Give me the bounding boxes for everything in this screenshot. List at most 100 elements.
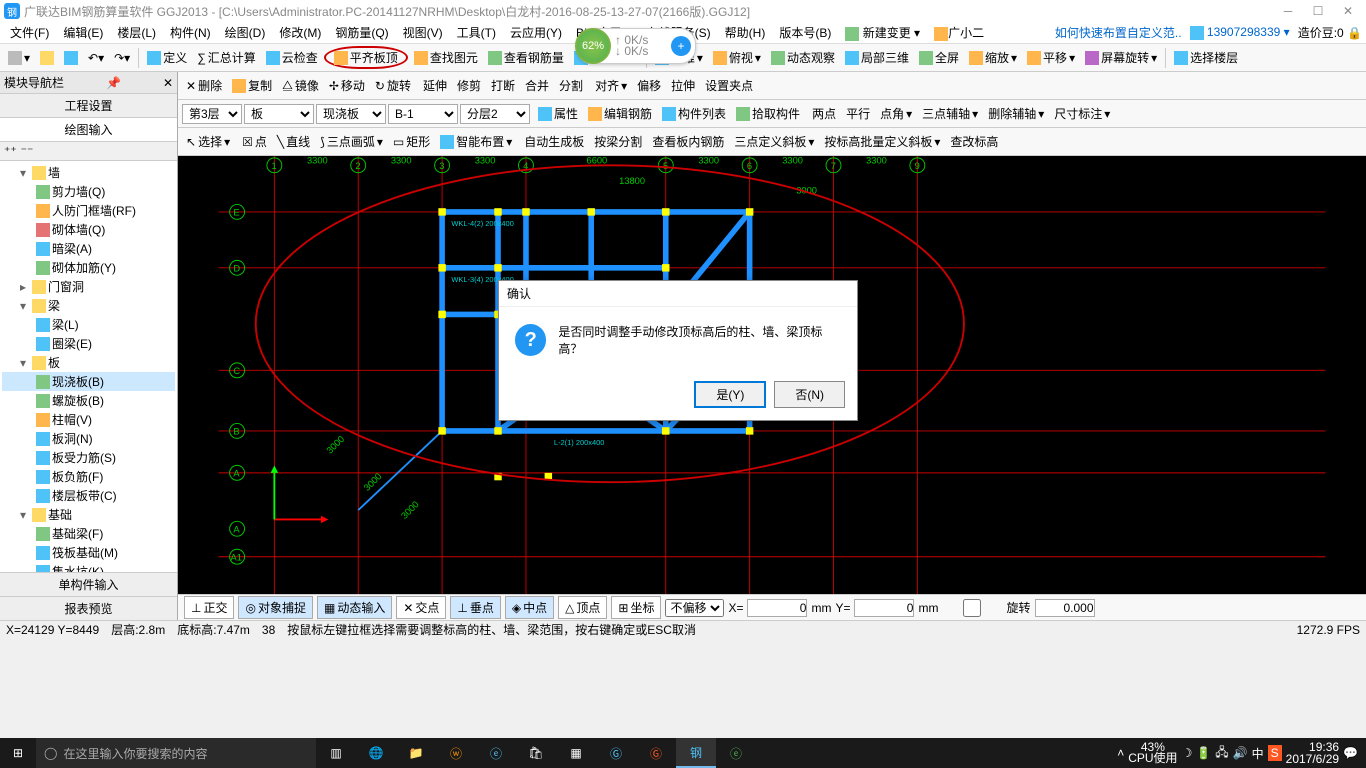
taskbar-ggj-icon[interactable]: 钢 xyxy=(676,738,716,768)
tree-item[interactable]: 基础梁(F) xyxy=(2,524,175,543)
task-view-icon[interactable]: ▥ xyxy=(316,738,356,768)
view-rebar-button[interactable]: 查看钢筋量 xyxy=(484,47,568,68)
float-plus-icon[interactable]: + xyxy=(671,36,691,56)
tree-item[interactable]: 砌体墙(Q) xyxy=(2,220,175,239)
break-button[interactable]: 打断 xyxy=(487,75,519,96)
menu-component[interactable]: 构件(N) xyxy=(164,22,217,43)
trim-button[interactable]: 修剪 xyxy=(453,75,485,96)
tree-item[interactable]: 板受力筋(S) xyxy=(2,448,175,467)
redo-icon[interactable]: ↷▾ xyxy=(110,49,134,67)
help-tip-link[interactable]: 如何快速布置自定义范.. xyxy=(1055,24,1182,41)
float-monitor-widget[interactable]: 62% ↑ 0K/s ↓ 0K/s + xyxy=(576,28,696,64)
extend-button[interactable]: 延伸 xyxy=(419,75,451,96)
taskbar-edge-icon[interactable]: ⓔ xyxy=(476,738,516,768)
nav-pin-icon[interactable]: 📌 xyxy=(106,76,121,90)
find-button[interactable]: 查找图元 xyxy=(410,47,482,68)
taskbar-app-icon[interactable]: 📁 xyxy=(396,738,436,768)
move-button[interactable]: ✢ 移动 xyxy=(325,75,369,96)
tray-sogou-icon[interactable]: S xyxy=(1268,745,1282,761)
menu-modify[interactable]: 修改(M) xyxy=(273,22,327,43)
three-slope-button[interactable]: 三点定义斜板▾ xyxy=(730,131,818,152)
nav-tab-settings[interactable]: 工程设置 xyxy=(0,94,177,118)
ortho-toggle[interactable]: ⊥ 正交 xyxy=(184,596,234,619)
assistant-button[interactable]: 广小二 xyxy=(928,22,990,43)
top-view-button[interactable]: 俯视▾ xyxy=(709,47,765,68)
tree-item-selected[interactable]: 现浇板(B) xyxy=(2,372,175,391)
arc-button[interactable]: ⟆ 三点画弧▾ xyxy=(316,131,387,152)
three-axis-button[interactable]: 三点辅轴▾ xyxy=(918,103,982,124)
menu-version[interactable]: 版本号(B) xyxy=(773,22,837,43)
select-button[interactable]: ↖ 选择▾ xyxy=(182,131,234,152)
menu-cloud[interactable]: 云应用(Y) xyxy=(504,22,568,43)
expand-all-icon[interactable]: ⁺⁺ xyxy=(4,144,17,158)
check-elev-button[interactable]: 查改标高 xyxy=(946,131,1002,152)
rect-button[interactable]: ▭ 矩形 xyxy=(389,131,434,152)
start-button[interactable]: ⊞ xyxy=(0,738,36,768)
tray-icon[interactable]: ☽ xyxy=(1182,746,1193,760)
new-change-button[interactable]: 新建变更 ▾ xyxy=(839,22,926,43)
tree-group-wall[interactable]: ▾墙 xyxy=(2,163,175,182)
taskbar-store-icon[interactable]: 🛍 xyxy=(516,738,556,768)
menu-tools[interactable]: 工具(T) xyxy=(451,22,502,43)
tree-item[interactable]: 圈梁(E) xyxy=(2,334,175,353)
taskbar-app-icon[interactable]: ▦ xyxy=(556,738,596,768)
minimize-button[interactable]: ─ xyxy=(1274,2,1302,20)
grip-button[interactable]: 设置夹点 xyxy=(701,75,757,96)
close-button[interactable]: ✕ xyxy=(1334,2,1362,20)
taskbar-app-icon[interactable]: ⓦ xyxy=(436,738,476,768)
menu-edit[interactable]: 编辑(E) xyxy=(57,22,109,43)
nav-tree[interactable]: ▾墙 剪力墙(Q) 人防门框墙(RF) 砌体墙(Q) 暗梁(A) 砌体加筋(Y)… xyxy=(0,161,177,572)
tree-item[interactable]: 楼层板带(C) xyxy=(2,486,175,505)
collapse-all-icon[interactable]: ⁻⁻ xyxy=(21,144,34,158)
line-button[interactable]: ╲ 直线 xyxy=(273,131,314,152)
new-icon[interactable]: ▾ xyxy=(4,49,34,67)
layer-select[interactable]: 分层2 xyxy=(460,104,530,124)
tray-up-icon[interactable]: ˄ xyxy=(1117,746,1124,760)
menu-view[interactable]: 视图(V) xyxy=(397,22,449,43)
tree-item[interactable]: 板负筋(F) xyxy=(2,467,175,486)
tree-group-slab[interactable]: ▾板 xyxy=(2,353,175,372)
taskbar-app-icon[interactable]: Ⓖ xyxy=(636,738,676,768)
pick-button[interactable]: 拾取构件 xyxy=(732,103,804,124)
subtype-select[interactable]: 现浇板 xyxy=(316,104,386,124)
tray-network-icon[interactable]: 🖧 xyxy=(1215,743,1228,764)
menu-file[interactable]: 文件(F) xyxy=(4,22,55,43)
split-axis-button[interactable]: 按梁分割 xyxy=(590,131,646,152)
select-floor-button[interactable]: 选择楼层 xyxy=(1170,47,1242,68)
tray-icon[interactable]: 🔋 xyxy=(1196,746,1211,760)
cross-toggle[interactable]: ✕ 交点 xyxy=(396,596,446,619)
undo-icon[interactable]: ↶▾ xyxy=(84,49,108,67)
x-input[interactable] xyxy=(747,599,807,617)
snap-toggle[interactable]: ◎ 对象捕捉 xyxy=(238,596,313,619)
menu-help[interactable]: 帮助(H) xyxy=(719,22,772,43)
screen-rotate-button[interactable]: 屏幕旋转▾ xyxy=(1081,47,1161,68)
coord-toggle[interactable]: ⊞ 坐标 xyxy=(611,596,661,619)
rotate-checkbox[interactable] xyxy=(942,599,1002,617)
tree-item[interactable]: 筏板基础(M) xyxy=(2,543,175,562)
tree-group-beam[interactable]: ▾梁 xyxy=(2,296,175,315)
taskbar-search[interactable]: ◯ 在这里输入你要搜索的内容 xyxy=(36,738,316,768)
pan-button[interactable]: 平移▾ xyxy=(1023,47,1079,68)
dialog-no-button[interactable]: 否(N) xyxy=(774,381,845,408)
twopoint-button[interactable]: 两点 xyxy=(808,103,840,124)
nav-foot-report[interactable]: 报表预览 xyxy=(0,596,177,620)
vertex-toggle[interactable]: △ 顶点 xyxy=(558,596,607,619)
rotate-button[interactable]: ↻ 旋转 xyxy=(371,75,415,96)
copy-button[interactable]: 复制 xyxy=(228,75,276,96)
menu-floor[interactable]: 楼层(L) xyxy=(111,22,162,43)
tree-item[interactable]: 人防门框墙(RF) xyxy=(2,201,175,220)
tray-clock[interactable]: 19:362017/6/29 xyxy=(1286,741,1339,765)
tray-cpu[interactable]: 43%CPU使用 xyxy=(1128,742,1177,764)
autogen-button[interactable]: 自动生成板 xyxy=(520,131,588,152)
mirror-button[interactable]: ⧋ 镜像 xyxy=(278,75,323,96)
taskbar-app-icon[interactable]: Ⓖ xyxy=(596,738,636,768)
delete-button[interactable]: ✕ 删除 xyxy=(182,75,226,96)
local3d-button[interactable]: 局部三维 xyxy=(841,47,913,68)
dynamic-view-button[interactable]: 动态观察 xyxy=(767,47,839,68)
align-button[interactable]: 对齐▾ xyxy=(591,75,631,96)
floor-select[interactable]: 第3层 xyxy=(182,104,242,124)
tree-item[interactable]: 板洞(N) xyxy=(2,429,175,448)
menu-draw[interactable]: 绘图(D) xyxy=(219,22,272,43)
sum-button[interactable]: ∑ 汇总计算 xyxy=(193,47,260,68)
dyninput-toggle[interactable]: ▦ 动态输入 xyxy=(317,596,392,619)
